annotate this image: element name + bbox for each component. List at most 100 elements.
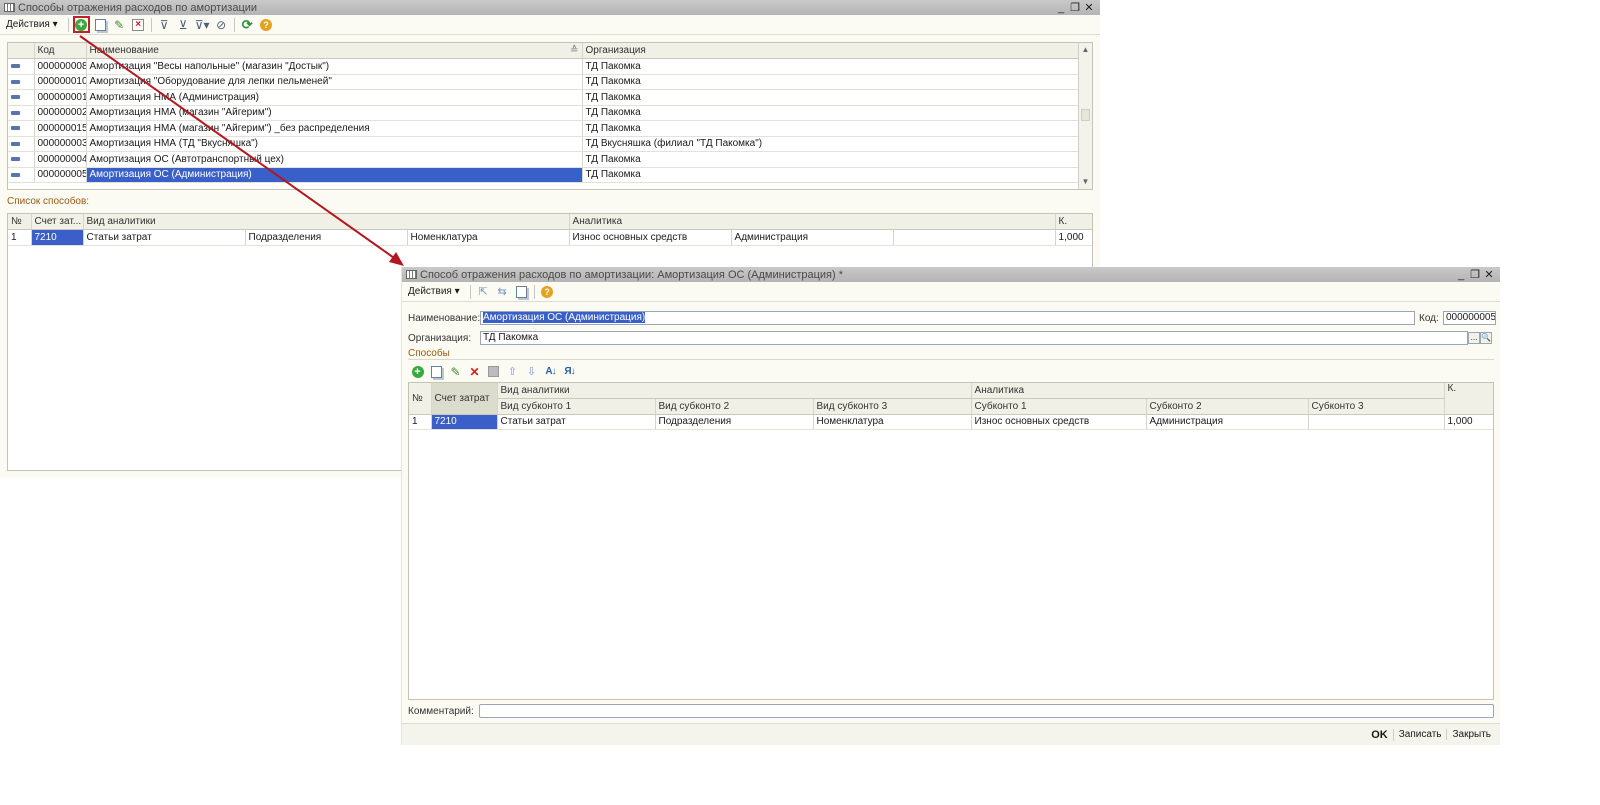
cell-analytics-2[interactable]: Администрация: [731, 229, 894, 246]
scroll-up-icon[interactable]: ▲: [1079, 43, 1092, 57]
header-k[interactable]: К.: [1444, 383, 1493, 415]
cell-name[interactable]: Амортизация ОС (Администрация): [86, 167, 583, 183]
header-account[interactable]: Счет затрат: [431, 383, 498, 415]
header-number[interactable]: №: [409, 383, 432, 415]
row-item-icon[interactable]: [8, 136, 35, 152]
cell-org[interactable]: ТД Пакомка: [582, 74, 1080, 90]
cell-code[interactable]: 000000010: [34, 74, 87, 90]
row-item-icon[interactable]: [8, 105, 35, 121]
cell-name[interactable]: Амортизация "Весы напольные" (магазин "Д…: [86, 58, 583, 75]
row-add-button[interactable]: +: [409, 363, 426, 380]
scroll-down-icon[interactable]: ▼: [1079, 175, 1092, 189]
table-row[interactable]: 000000005 Амортизация ОС (Администрация) Т…: [8, 167, 1092, 183]
code-input[interactable]: 000000005: [1443, 311, 1496, 325]
org-select-button[interactable]: ...: [1468, 332, 1480, 344]
cell-org[interactable]: ТД Вкусняшка (филиал "ТД Пакомка"): [582, 136, 1080, 152]
sort-asc-button[interactable]: A↓: [542, 363, 559, 380]
row-edit-button[interactable]: ✎: [447, 363, 464, 380]
header-analytics[interactable]: Аналитика: [971, 383, 1445, 399]
add-button[interactable]: +: [72, 16, 90, 33]
reread-button[interactable]: ⇆: [494, 283, 511, 300]
actions-menu[interactable]: Действия ▾: [3, 19, 61, 30]
cell-org[interactable]: ТД Пакомка: [582, 167, 1080, 183]
mark-delete-button[interactable]: ×: [130, 16, 147, 33]
table-row[interactable]: 1 7210 Статьи затрат Подразделения Номен…: [409, 414, 1493, 430]
cell-code[interactable]: 000000008: [34, 58, 87, 75]
row-move-down-button[interactable]: ⇩: [523, 363, 540, 380]
column-header-org[interactable]: Организация: [582, 43, 1080, 59]
clear-filter-button[interactable]: ⊘: [213, 16, 230, 33]
edit-button[interactable]: ✎: [111, 16, 128, 33]
header-subconto-type-1[interactable]: Вид субконто 1: [497, 398, 656, 415]
form-window-titlebar[interactable]: Способ отражения расходов по амортизации…: [402, 267, 1500, 282]
name-input[interactable]: Амортизация ОС (Администрация): [480, 311, 1415, 325]
cell-analytics-1[interactable]: Износ основных средств: [569, 229, 732, 246]
list-window-titlebar[interactable]: Способы отражения расходов по амортизаци…: [0, 0, 1100, 15]
column-header-name[interactable]: Наименование ≙: [86, 43, 583, 59]
refresh-button[interactable]: ⟳: [239, 16, 256, 33]
method-list-grid[interactable]: Код Наименование ≙ Организация 000000008 А…: [7, 42, 1093, 190]
row-copy-button[interactable]: [428, 363, 445, 380]
cell-name[interactable]: Амортизация НМА (магазин "Айгерим"): [86, 105, 583, 121]
row-item-icon[interactable]: [8, 167, 35, 183]
cell-analytics-type-3[interactable]: Номенклатура: [407, 229, 570, 246]
close-button[interactable]: ✕: [1482, 268, 1496, 281]
table-row[interactable]: 1 7210 Статьи затрат Подразделения Номен…: [8, 229, 1092, 246]
cell-name[interactable]: Амортизация "Оборудование для лепки пель…: [86, 74, 583, 90]
table-row[interactable]: 000000002 Амортизация НМА (магазин "Айгер…: [8, 105, 1092, 121]
filter-button[interactable]: ⊽: [156, 16, 173, 33]
save-button[interactable]: Записать: [1394, 729, 1448, 740]
cell-code[interactable]: 000000002: [34, 105, 87, 121]
row-item-icon[interactable]: [8, 74, 35, 90]
copy-button[interactable]: [92, 16, 109, 33]
table-row[interactable]: 000000003 Амортизация НМА (ТД "Вкусняшка"…: [8, 136, 1092, 152]
cell-code[interactable]: 000000003: [34, 136, 87, 152]
cell-name[interactable]: Амортизация ОС (Автотранспортный цех): [86, 151, 583, 168]
header-analytics-type[interactable]: Вид аналитики: [497, 383, 972, 399]
sub-header-number[interactable]: №: [8, 214, 32, 230]
column-header-code[interactable]: Код: [34, 43, 87, 59]
cell-code[interactable]: 000000015: [34, 120, 87, 137]
cell-name[interactable]: Амортизация НМА (ТД "Вкусняшка"): [86, 136, 583, 152]
cell-k[interactable]: 1,000: [1055, 229, 1092, 246]
cell-subconto-1[interactable]: Износ основных средств: [971, 414, 1147, 430]
header-subconto-3[interactable]: Субконто 3: [1308, 398, 1445, 415]
comment-input[interactable]: [479, 704, 1494, 718]
help-button[interactable]: ?: [258, 16, 275, 33]
help-button[interactable]: ?: [539, 283, 556, 300]
row-move-up-button[interactable]: ⇧: [504, 363, 521, 380]
cell-name[interactable]: Амортизация НМА (Администрация): [86, 89, 583, 106]
minimize-button[interactable]: _: [1454, 269, 1468, 281]
sub-header-analytics[interactable]: Аналитика: [569, 214, 1056, 230]
cell-account[interactable]: 7210: [31, 229, 84, 246]
ok-button[interactable]: OK: [1366, 728, 1394, 741]
header-subconto-type-2[interactable]: Вид субконто 2: [655, 398, 814, 415]
close-button[interactable]: ✕: [1082, 1, 1096, 14]
minimize-button[interactable]: _: [1054, 2, 1068, 14]
header-subconto-type-3[interactable]: Вид субконто 3: [813, 398, 972, 415]
org-input[interactable]: ТД Пакомка: [480, 331, 1468, 345]
cell-subconto-3[interactable]: [1308, 414, 1445, 430]
cell-k[interactable]: 1,000: [1444, 414, 1493, 430]
cell-org[interactable]: ТД Пакомка: [582, 105, 1080, 121]
restore-button[interactable]: ❐: [1068, 1, 1082, 14]
cell-subconto-2[interactable]: Администрация: [1146, 414, 1309, 430]
methods-grid[interactable]: № Счет затрат Вид аналитики Аналитика К.…: [408, 382, 1494, 700]
cell-subconto-type-3[interactable]: Номенклатура: [813, 414, 972, 430]
sort-desc-button[interactable]: Я↓: [561, 363, 578, 380]
cell-analytics-type-2[interactable]: Подразделения: [245, 229, 408, 246]
sub-header-analytics-type[interactable]: Вид аналитики: [83, 214, 570, 230]
cell-subconto-type-1[interactable]: Статьи затрат: [497, 414, 656, 430]
cell-org[interactable]: ТД Пакомка: [582, 120, 1080, 137]
row-item-icon[interactable]: [8, 120, 35, 137]
cell-code[interactable]: 000000005: [34, 167, 87, 183]
cell-code[interactable]: 000000004: [34, 151, 87, 168]
cell-org[interactable]: ТД Пакомка: [582, 151, 1080, 168]
row-item-icon[interactable]: [8, 58, 35, 75]
close-form-button[interactable]: Закрыть: [1447, 729, 1496, 740]
cell-org[interactable]: ТД Пакомка: [582, 89, 1080, 106]
row-item-icon[interactable]: [8, 89, 35, 106]
cell-analytics-3[interactable]: [893, 229, 1056, 246]
row-item-icon[interactable]: [8, 151, 35, 168]
cell-org[interactable]: ТД Пакомка: [582, 58, 1080, 75]
